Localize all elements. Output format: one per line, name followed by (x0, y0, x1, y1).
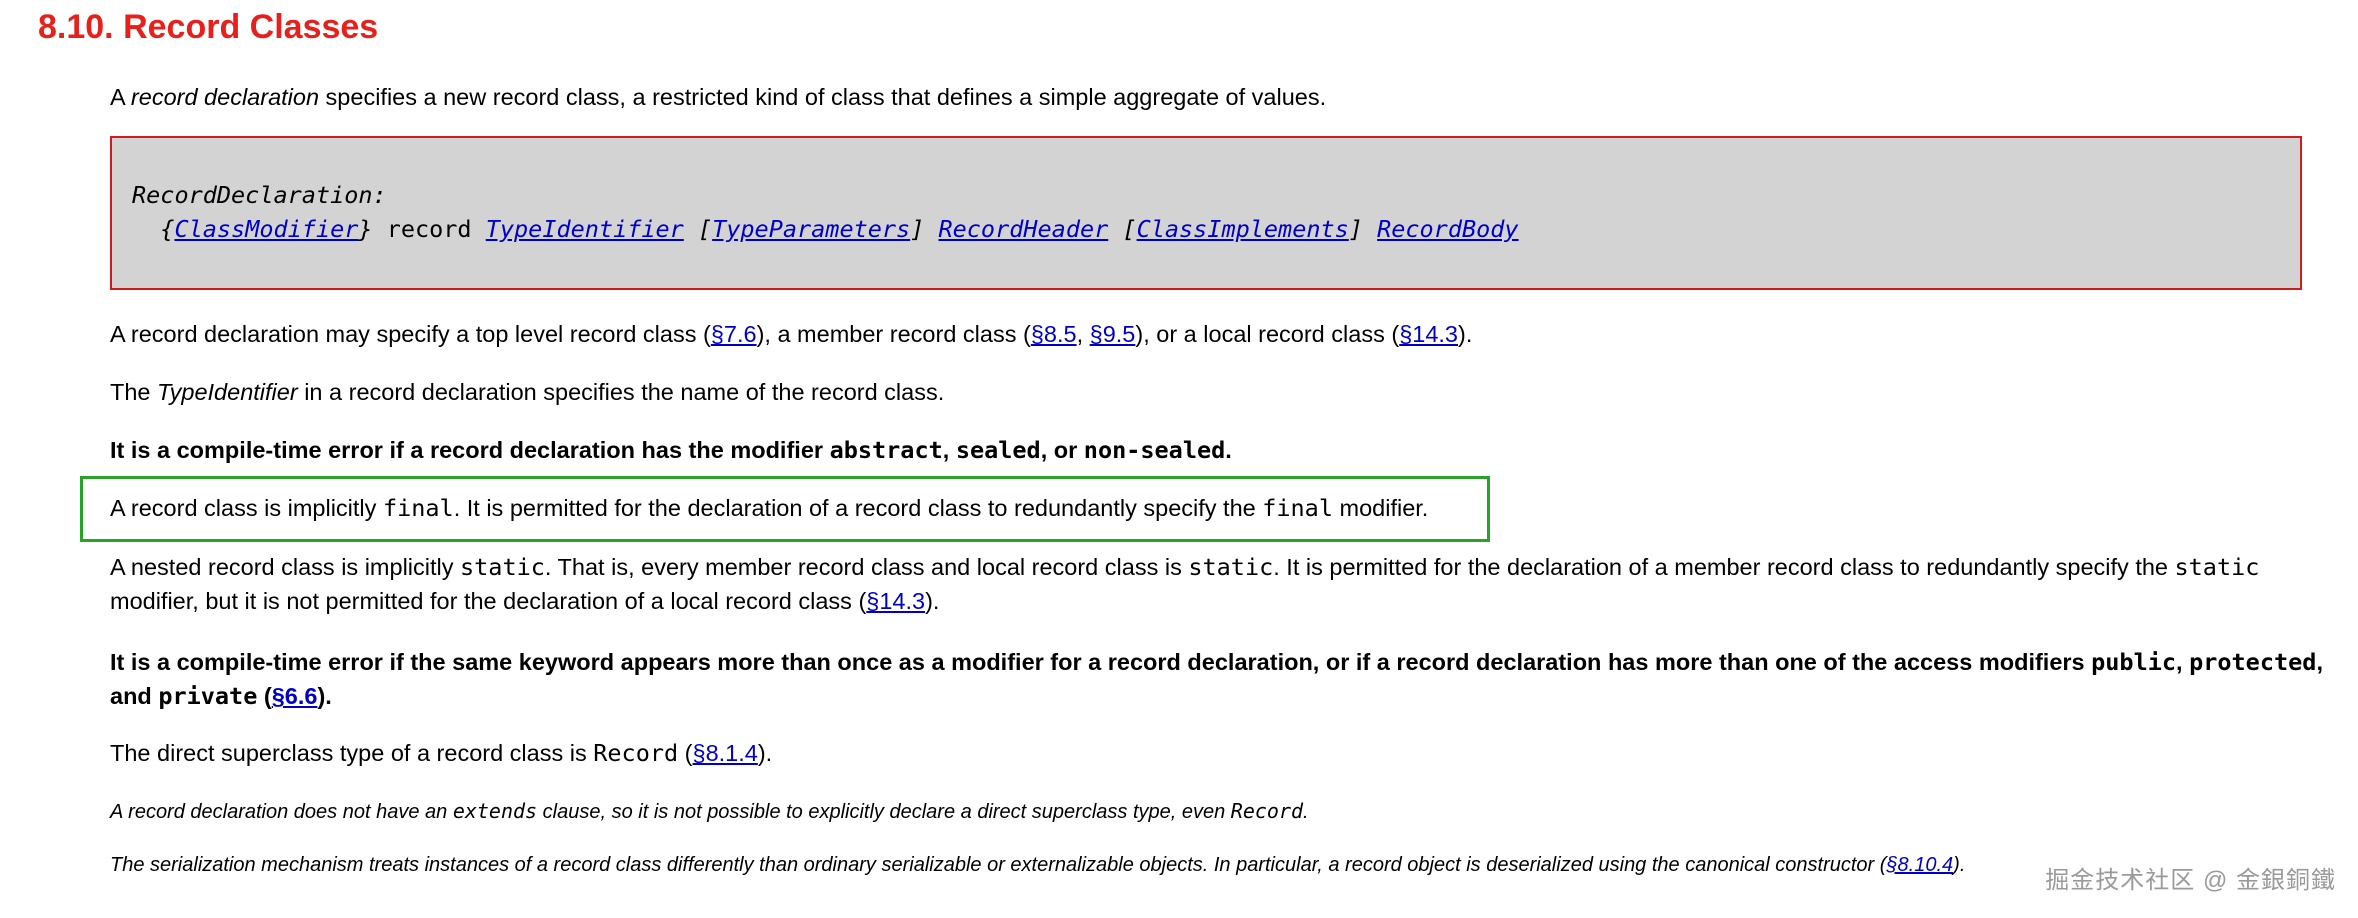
grammar-lhs: RecordDeclaration: (132, 181, 387, 209)
grammar-production: RecordDeclaration: {ClassModifier} recor… (132, 181, 1519, 243)
link-7-6[interactable]: §7.6 (711, 321, 757, 347)
link-8-5[interactable]: §8.5 (1031, 321, 1077, 347)
grammar-keyword-record: record (372, 215, 486, 243)
link-9-5[interactable]: §9.5 (1090, 321, 1136, 347)
link-6-6[interactable]: §6.6 (272, 683, 318, 709)
highlight-box (80, 476, 1490, 542)
watermark: 掘金技术社区 @ 金銀銅鐵 (2045, 867, 2336, 894)
grammar-box: RecordDeclaration: {ClassModifier} recor… (110, 136, 2302, 290)
link-8-10-4[interactable]: §8.10.4 (1886, 854, 1953, 876)
link-record-body[interactable]: RecordBody (1377, 215, 1518, 243)
section-heading: 8.10. Record Classes (38, 8, 379, 46)
link-record-header[interactable]: RecordHeader (938, 215, 1108, 243)
link-class-modifier[interactable]: ClassModifier (174, 215, 358, 243)
paragraph-type-identifier: The TypeIdentifier in a record declarati… (110, 379, 945, 405)
link-type-parameters[interactable]: TypeParameters (712, 215, 910, 243)
link-type-identifier[interactable]: TypeIdentifier (486, 215, 684, 243)
term-record-declaration: record declaration (130, 84, 320, 110)
link-8-1-4[interactable]: §8.1.4 (693, 740, 758, 766)
link-14-3[interactable]: §14.3 (1399, 321, 1458, 347)
paragraph-record-kinds: A record declaration may specify a top l… (110, 321, 1473, 347)
intro-paragraph: A record declaration specifies a new rec… (110, 84, 1327, 110)
paragraph-duplicate-modifier-error: It is a compile-time error if the same k… (110, 648, 2323, 710)
paragraph-implicitly-static: A nested record class is implicitly stat… (110, 553, 2260, 614)
paragraph-direct-superclass: The direct superclass type of a record c… (110, 739, 773, 767)
link-14-3-local[interactable]: §14.3 (866, 588, 925, 614)
link-class-implements[interactable]: ClassImplements (1137, 215, 1349, 243)
note-no-extends: A record declaration does not have an ex… (110, 799, 1309, 823)
note-serialization: The serialization mechanism treats insta… (110, 854, 1966, 876)
paragraph-modifier-error: It is a compile-time error if a record d… (110, 436, 1232, 464)
